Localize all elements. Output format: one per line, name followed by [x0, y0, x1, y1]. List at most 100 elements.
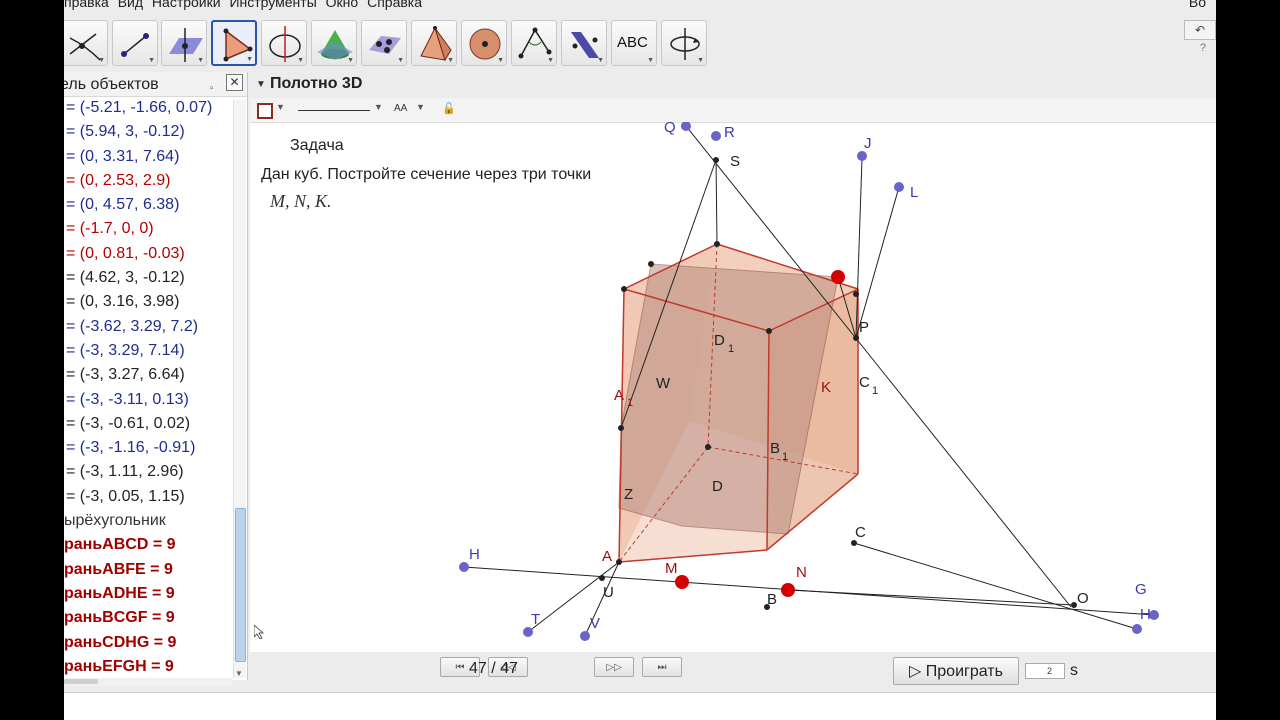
font-size-icon[interactable]: AA	[394, 103, 407, 114]
point-h	[459, 562, 469, 572]
last-step-button[interactable]: ⏭	[642, 657, 682, 677]
point-t	[523, 627, 533, 637]
speed-stepper[interactable]: 2	[1025, 663, 1065, 679]
algebra-row[interactable]: = (-5.21, -1.66, 0.07)	[64, 96, 232, 120]
tool-text[interactable]: ABC ▼	[611, 20, 657, 66]
algebra-row[interactable]: = (0, 2.53, 2.9)	[64, 169, 232, 193]
tool-sphere[interactable]: ▼	[461, 20, 507, 66]
line-style-preview[interactable]	[298, 110, 370, 111]
svg-text:C: C	[855, 524, 866, 541]
algebra-row[interactable]: раньEFGH = 9	[64, 655, 232, 679]
svg-text:D: D	[714, 332, 725, 349]
algebra-row[interactable]: = (-3, 0.05, 1.15)	[64, 485, 232, 509]
task-text: Дан куб. Постройте сечение через три точ…	[261, 166, 591, 183]
algebra-row[interactable]: = (-3, -0.61, 0.02)	[64, 412, 232, 436]
tool-angle[interactable]: ▼	[511, 20, 557, 66]
tool-polygon[interactable]: ▼	[211, 20, 257, 66]
algebra-hscrollbar[interactable]	[64, 678, 232, 686]
algebra-row[interactable]: = (0, 3.31, 7.64)	[64, 145, 232, 169]
input-bar[interactable]	[64, 692, 1216, 720]
svg-text:Q: Q	[664, 122, 676, 136]
svg-text:P: P	[859, 319, 869, 336]
font-size-dropdown-icon[interactable]: ▼	[416, 102, 425, 112]
svg-text:U: U	[603, 584, 614, 601]
color-dropdown-icon[interactable]: ▼	[276, 102, 285, 112]
point-k	[831, 270, 845, 284]
algebra-row[interactable]: раньCDHG = 9	[64, 631, 232, 655]
algebra-row[interactable]: = (4.62, 3, -0.12)	[64, 266, 232, 290]
algebra-view: ель объектов ▫ ✕ = (-5.21, -1.66, 0.07) =…	[64, 72, 248, 686]
algebra-row[interactable]: = (-1.7, 0, 0)	[64, 217, 232, 241]
color-picker[interactable]	[257, 103, 273, 119]
tool-cone[interactable]: ▼	[311, 20, 357, 66]
svg-text:1: 1	[782, 451, 788, 463]
menu-view[interactable]: Вид	[118, 0, 143, 10]
svg-text:M: M	[665, 560, 678, 577]
graphics-3d-view[interactable]: ▼ Полотно 3D ▼ ▼ AA ▼ 🔓 Задача Дан куб. …	[250, 72, 1216, 652]
svg-text:1: 1	[728, 343, 734, 355]
algebra-header: ель объектов ▫ ✕	[64, 72, 247, 97]
svg-text:J: J	[864, 135, 872, 152]
point-r	[711, 131, 721, 141]
tool-plane[interactable]: ▼	[161, 20, 207, 66]
tool-plane-points[interactable]: ▼	[361, 20, 407, 66]
algebra-row[interactable]: = (-3, 1.11, 2.96)	[64, 460, 232, 484]
scroll-down-icon[interactable]: ▼	[235, 669, 243, 678]
svg-text:1: 1	[872, 385, 878, 397]
menu-signin[interactable]: Во	[1189, 0, 1206, 10]
algebra-row[interactable]: = (-3, -3.11, 0.13)	[64, 388, 232, 412]
menu-options[interactable]: Настройки	[152, 0, 221, 10]
algebra-scrollbar[interactable]: ▼	[233, 100, 246, 678]
algebra-row[interactable]: раньBCGF = 9	[64, 606, 232, 630]
algebra-row[interactable]: = (5.94, 3, -0.12)	[64, 120, 232, 144]
algebra-list: = (-5.21, -1.66, 0.07) = (5.94, 3, -0.12)…	[64, 96, 232, 679]
svg-text:A: A	[602, 548, 612, 565]
algebra-row[interactable]: = (0, 3.16, 3.98)	[64, 290, 232, 314]
menu-edit[interactable]: правка	[64, 0, 109, 10]
scene-canvas[interactable]: Задача Дан куб. Постройте сечение через …	[250, 122, 1216, 652]
algebra-row[interactable]: = (-3, 3.29, 7.14)	[64, 339, 232, 363]
undo-button[interactable]: ↶	[1184, 20, 1216, 40]
tool-rotate-view[interactable]: ▼	[661, 20, 707, 66]
algebra-row[interactable]: = (-3.62, 3.29, 7.2)	[64, 315, 232, 339]
algebra-row[interactable]: раньABFE = 9	[64, 558, 232, 582]
tool-reflect[interactable]: ▼	[561, 20, 607, 66]
algebra-row[interactable]: раньABCD = 9	[64, 533, 232, 557]
menu-tools[interactable]: Инструменты	[229, 0, 316, 10]
svg-text:S: S	[730, 153, 740, 170]
tool-move-graphic[interactable]: ▼	[64, 20, 108, 66]
tool-pyramid[interactable]: ▼	[411, 20, 457, 66]
next-step-button[interactable]: ▷▷	[594, 657, 634, 677]
tool-segment[interactable]: ▼	[112, 20, 158, 66]
help-icon[interactable]: ?	[1200, 42, 1206, 54]
letterbox-right	[1216, 0, 1280, 720]
play-button[interactable]: ▷ Проиграть	[893, 657, 1019, 685]
hscrollbar-thumb[interactable]	[64, 679, 98, 684]
menu-window[interactable]: Окно	[326, 0, 359, 10]
menu-help[interactable]: Справка	[367, 0, 422, 10]
point-v	[580, 631, 590, 641]
text-icon: ABC	[617, 34, 648, 51]
toolbar: ▼ ▼ ▼ ▼ ▼ ▼ ▼ ▼ ▼ ▼ ▼ ABC ▼ ▼ ↶ ?	[64, 18, 1216, 70]
view3d-title: Полотно 3D	[270, 75, 363, 92]
scrollbar-thumb[interactable]	[235, 508, 246, 662]
algebra-row[interactable]: раньADHE = 9	[64, 582, 232, 606]
algebra-row[interactable]: = (0, 0.81, -0.03)	[64, 242, 232, 266]
algebra-row[interactable]: = (0, 4.57, 6.38)	[64, 193, 232, 217]
point-g	[1132, 624, 1142, 634]
view3d-header: ▼ Полотно 3D	[250, 72, 1216, 99]
svg-text:N: N	[796, 564, 807, 581]
svg-text:A: A	[614, 387, 624, 404]
line-style-dropdown-icon[interactable]: ▼	[374, 102, 383, 112]
algebra-row[interactable]: ырёхугольник	[64, 509, 232, 533]
svg-text:Z: Z	[624, 486, 633, 503]
view-menu-caret-icon[interactable]: ▼	[256, 79, 266, 90]
svg-text:C: C	[859, 374, 870, 391]
lock-icon[interactable]: 🔓	[442, 102, 456, 115]
close-icon[interactable]: ✕	[226, 74, 243, 91]
algebra-row[interactable]: = (-3, 3.27, 6.64)	[64, 363, 232, 387]
tool-circle-axis[interactable]: ▼	[261, 20, 307, 66]
task-title: Задача	[290, 137, 344, 154]
svg-text:D: D	[712, 478, 723, 495]
algebra-row[interactable]: = (-3, -1.16, -0.91)	[64, 436, 232, 460]
